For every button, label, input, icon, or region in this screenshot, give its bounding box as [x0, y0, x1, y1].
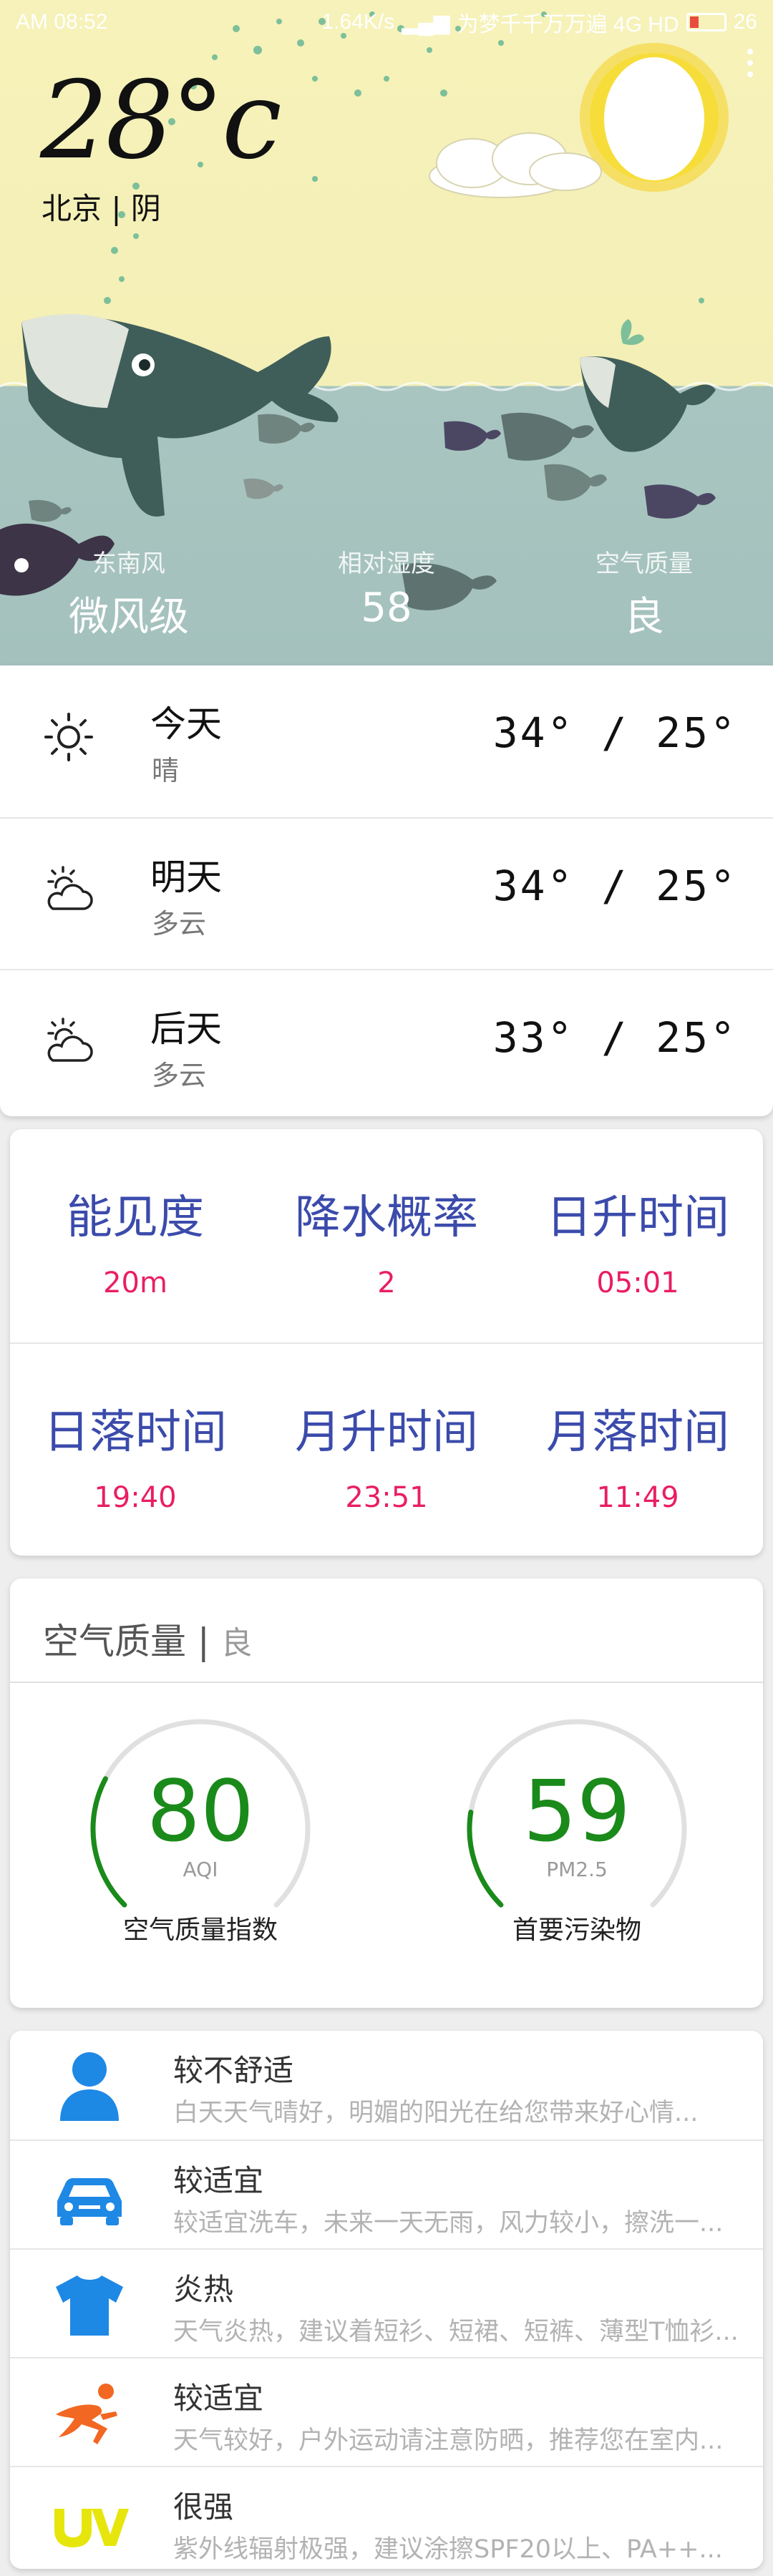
- life-item-title: 较适宜: [173, 2163, 264, 2198]
- detail-label: 降水概率: [295, 1191, 478, 1244]
- moonrise-cell: 月升时间 23:51: [261, 1395, 512, 1514]
- aqi-caption: 空气质量指数: [122, 1916, 278, 1945]
- air-quality-label: 空气质量: [595, 550, 693, 578]
- current-temperature: 28°c: [40, 59, 282, 183]
- forecast-temps: 34° / 25°: [492, 708, 737, 757]
- life-item-desc: 天气较好，户外运动请注意防晒，推荐您在室内...: [173, 2426, 724, 2455]
- life-item-desc: 白天天气晴好，明媚的阳光在给您带来好心情...: [173, 2099, 699, 2127]
- life-item-sport[interactable]: 较适宜 天气较好，户外运动请注意防晒，推荐您在室内...: [10, 2357, 763, 2466]
- precipitation-cell: 降水概率 2: [261, 1181, 512, 1299]
- aqi-gauge: 80 AQI 空气质量指数: [86, 1714, 315, 1945]
- detail-value: 20m: [103, 1267, 167, 1299]
- partly-cloudy-icon: [47, 866, 93, 910]
- forecast-day: 明天: [150, 857, 222, 898]
- runner-icon: [56, 2384, 117, 2444]
- life-item-title: 很强: [173, 2489, 234, 2524]
- air-quality-title: 空气质量: [43, 1621, 186, 1662]
- forecast-day: 今天: [150, 703, 222, 745]
- sunrise-cell: 日升时间 05:01: [512, 1181, 763, 1299]
- air-quality-card: 空气质量 | 良 80 AQI 空气质量指数 59 PM2.5 首要污染物: [10, 1579, 763, 2008]
- detail-label: 月升时间: [295, 1406, 478, 1459]
- detail-value: 2: [377, 1267, 396, 1299]
- humidity-stat: 相对湿度 58: [279, 544, 494, 631]
- humidity-label: 相对湿度: [338, 550, 435, 578]
- status-bar: AM 08:52 1.64K/s ▂▄▆ 为梦千千万万遍 4G HD 26: [0, 0, 773, 44]
- life-item-title: 炎热: [173, 2272, 234, 2307]
- detail-label: 日升时间: [546, 1191, 729, 1244]
- person-icon: [60, 2052, 119, 2121]
- life-item-desc: 较适宜洗车，未来一天无雨，风力较小，擦洗一...: [173, 2209, 724, 2238]
- detail-value: 19:40: [94, 1481, 177, 1514]
- uv-icon: [54, 2509, 129, 2547]
- detail-value: 23:51: [345, 1481, 428, 1514]
- carrier-label: 为梦千千万万遍 4G HD: [457, 13, 679, 36]
- forecast-desc: 多云: [152, 1060, 207, 1091]
- network-speed: 1.64K/s: [321, 10, 395, 34]
- wind-label: 东南风: [92, 550, 165, 578]
- forecast-row-today[interactable]: 今天 晴 34° / 25°: [0, 665, 773, 817]
- detail-value: 05:01: [596, 1267, 679, 1299]
- air-quality-level: 良: [220, 1625, 253, 1662]
- car-icon: [57, 2178, 122, 2225]
- life-item-uv[interactable]: 很强 紫外线辐射极强，建议涂擦SPF20以上、PA++...: [10, 2466, 763, 2569]
- pm25-unit: PM2.5: [546, 1858, 608, 1881]
- life-item-title: 较适宜: [173, 2381, 264, 2416]
- battery-level: 26: [733, 10, 757, 34]
- detail-label: 月落时间: [546, 1406, 729, 1459]
- humidity-value: 58: [361, 585, 412, 631]
- life-item-comfort[interactable]: 较不舒适 白天天气晴好，明媚的阳光在给您带来好心情...: [10, 2031, 763, 2140]
- current-location: 北京 | 阴: [42, 191, 161, 226]
- pm25-value: 59: [522, 1762, 631, 1860]
- wind-stat: 东南风 微风级: [21, 544, 236, 643]
- aqi-value: 80: [146, 1762, 255, 1860]
- air-quality-value: 良: [624, 594, 664, 640]
- more-options-icon[interactable]: [747, 49, 754, 77]
- status-time: AM 08:52: [16, 10, 108, 34]
- detail-label: 日落时间: [44, 1406, 227, 1459]
- pm25-gauge: 59 PM2.5 首要污染物: [462, 1714, 691, 1945]
- life-item-desc: 天气炎热，建议着短衫、短裙、短裤、薄型T恤衫...: [173, 2318, 739, 2346]
- forecast-temps: 34° / 25°: [492, 862, 737, 910]
- forecast-day: 后天: [150, 1008, 222, 1050]
- forecast-desc: 多云: [152, 908, 207, 940]
- forecast-card: 今天 晴 34° / 25° 明天 多云 34° / 25° 后天 多云 33°…: [0, 665, 773, 1116]
- air-quality-header: 空气质量 | 良: [10, 1579, 763, 1683]
- aqi-unit: AQI: [183, 1858, 218, 1881]
- sun-icon: [44, 713, 93, 761]
- wind-value: 微风级: [69, 594, 189, 640]
- life-item-car-wash[interactable]: 较适宜 较适宜洗车，未来一天无雨，风力较小，擦洗一...: [10, 2140, 763, 2248]
- visibility-cell: 能见度 20m: [10, 1181, 261, 1299]
- life-index-card: 较不舒适 白天天气晴好，明媚的阳光在给您带来好心情... 较适宜 较适宜洗车，未…: [10, 2031, 763, 2569]
- sunset-cell: 日落时间 19:40: [10, 1395, 261, 1514]
- weather-hero: AM 08:52 1.64K/s ▂▄▆ 为梦千千万万遍 4G HD 26 28…: [0, 0, 773, 665]
- forecast-row-day-after[interactable]: 后天 多云 33° / 25°: [0, 969, 773, 1116]
- tshirt-icon: [56, 2275, 123, 2336]
- detail-label: 能见度: [67, 1191, 204, 1244]
- forecast-temps: 33° / 25°: [492, 1013, 737, 1062]
- details-row: 日落时间 19:40 月升时间 23:51 月落时间 11:49: [10, 1342, 763, 1556]
- battery-icon: [686, 13, 726, 31]
- air-quality-stat: 空气质量 良: [537, 544, 752, 643]
- forecast-row-tomorrow[interactable]: 明天 多云 34° / 25°: [0, 817, 773, 969]
- signal-icon: ▂▄▆: [402, 10, 450, 34]
- life-item-title: 较不舒适: [173, 2053, 294, 2088]
- forecast-desc: 晴: [152, 755, 180, 786]
- life-item-dressing[interactable]: 炎热 天气炎热，建议着短衫、短裙、短裤、薄型T恤衫...: [10, 2248, 763, 2357]
- life-item-desc: 紫外线辐射极强，建议涂擦SPF20以上、PA++...: [173, 2535, 723, 2564]
- detail-value: 11:49: [596, 1481, 679, 1514]
- status-right: 1.64K/s ▂▄▆ 为梦千千万万遍 4G HD 26: [321, 6, 757, 38]
- pm25-caption: 首要污染物: [512, 1916, 641, 1945]
- partly-cloudy-icon: [47, 1018, 93, 1062]
- moonset-cell: 月落时间 11:49: [512, 1395, 763, 1514]
- header-separator: |: [197, 1621, 210, 1662]
- details-row: 能见度 20m 降水概率 2 日升时间 05:01: [10, 1129, 763, 1342]
- details-card: 能见度 20m 降水概率 2 日升时间 05:01 日落时间 19:40 月升时…: [10, 1129, 763, 1556]
